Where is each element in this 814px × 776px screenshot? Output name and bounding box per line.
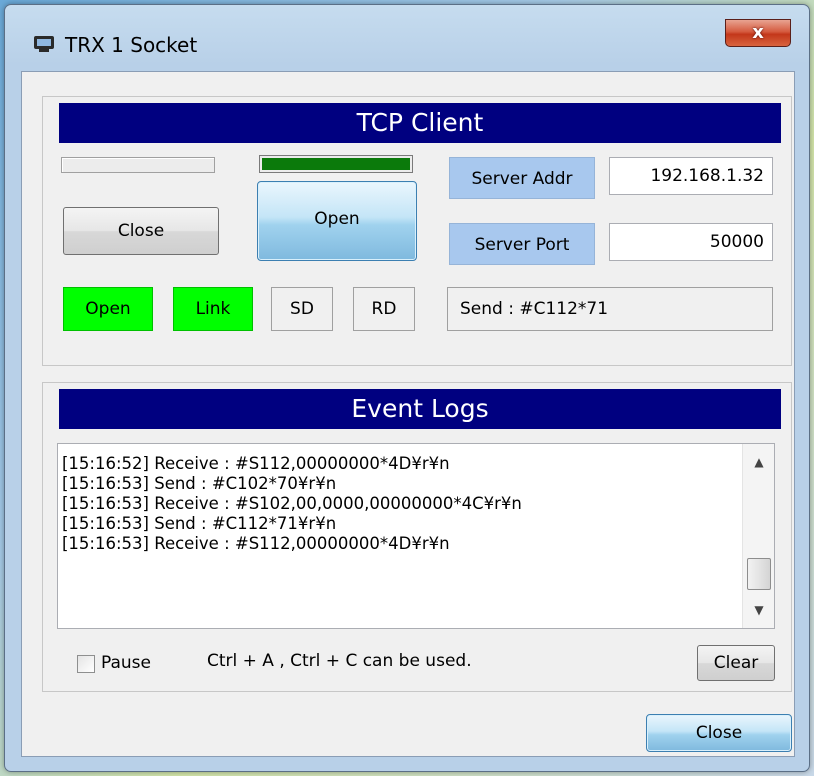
scroll-up-arrow-icon[interactable]: ▲ — [743, 446, 775, 478]
app-icon — [34, 36, 54, 52]
server-addr-label: Server Addr — [449, 157, 595, 199]
window-close-button[interactable]: x — [725, 19, 791, 47]
log-scrollbar[interactable]: ▲ ▼ — [742, 444, 774, 628]
title-bar[interactable]: TRX 1 Socket x — [5, 5, 809, 79]
log-lines: [15:16:52] Receive : #S112,00000000*4D¥r… — [62, 454, 734, 554]
scroll-thumb[interactable] — [747, 558, 771, 590]
server-port-label: Server Port — [449, 223, 595, 265]
open-status-bar — [259, 155, 413, 173]
log-line: [15:16:53] Receive : #S102,00,0000,00000… — [62, 494, 522, 513]
log-line: [15:16:53] Receive : #S112,00000000*4D¥r… — [62, 534, 450, 553]
scroll-down-arrow-icon[interactable]: ▼ — [743, 594, 775, 626]
open-indicator: Open — [63, 287, 153, 331]
log-line: [15:16:52] Receive : #S112,00000000*4D¥r… — [62, 454, 450, 473]
open-status-bar-fill — [262, 158, 410, 170]
rd-indicator: RD — [353, 287, 415, 331]
pause-checkbox[interactable] — [77, 655, 95, 673]
tcp-client-group: TCP Client Close Open Server Addr 192.16… — [42, 96, 792, 366]
open-connection-button[interactable]: Open — [257, 181, 417, 261]
close-connection-button[interactable]: Close — [63, 207, 219, 255]
server-addr-field[interactable]: 192.168.1.32 — [609, 157, 773, 195]
event-logs-group: Event Logs [15:16:52] Receive : #S112,00… — [42, 382, 792, 692]
sd-indicator: SD — [271, 287, 333, 331]
close-status-bar — [61, 157, 215, 173]
link-indicator: Link — [173, 287, 253, 331]
event-logs-header: Event Logs — [59, 389, 781, 429]
dialog-close-button[interactable]: Close — [646, 714, 792, 752]
send-status-box: Send : #C112*71 — [447, 287, 773, 331]
log-line: [15:16:53] Send : #C112*71¥r¥n — [62, 514, 337, 533]
tcp-client-header: TCP Client — [59, 103, 781, 143]
socket-window: TRX 1 Socket x TCP Client Close Open Ser… — [4, 4, 810, 772]
server-port-field[interactable]: 50000 — [609, 223, 773, 261]
clear-log-button[interactable]: Clear — [697, 645, 775, 681]
copy-hint-text: Ctrl + A , Ctrl + C can be used. — [207, 651, 472, 671]
event-log-textarea[interactable]: [15:16:52] Receive : #S112,00000000*4D¥r… — [57, 443, 775, 629]
pause-label[interactable]: Pause — [101, 653, 151, 673]
window-title: TRX 1 Socket — [65, 33, 198, 57]
client-area: TCP Client Close Open Server Addr 192.16… — [21, 71, 795, 757]
log-line: [15:16:53] Send : #C102*70¥r¥n — [62, 474, 337, 493]
